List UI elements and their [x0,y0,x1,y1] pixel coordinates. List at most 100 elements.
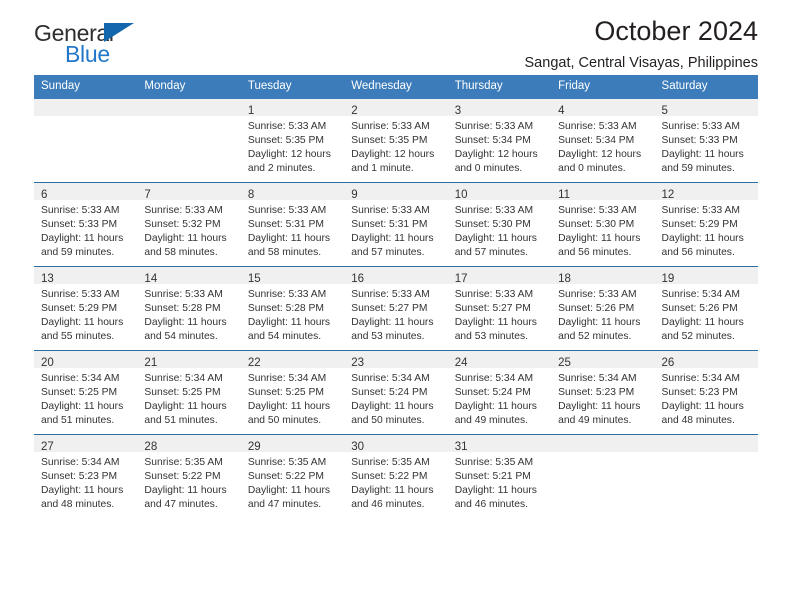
sunrise-time: Sunrise: 5:34 AM [41,456,120,468]
daylight-duration-line2: and 46 minutes. [454,499,528,511]
day-number-bar: 15 [240,266,345,285]
sunset-time: Sunset: 5:30 PM [558,218,635,230]
day-details: Sunrise: 5:35 AM Sunset: 5:22 PM Daylight:… [344,452,447,513]
day-details: Sunrise: 5:33 AM Sunset: 5:28 PM Daylight:… [137,284,240,345]
daylight-duration-line1: Daylight: 11 hours [144,233,227,245]
daylight-duration-line1: Daylight: 11 hours [247,233,331,245]
calendar-cell: 15 Sunrise: 5:33 AM Sunset: 5:28 PM Dayligh… [240,265,345,351]
logo-text-blue: Blue [65,41,110,67]
day-cell-3[interactable]: 3 Sunrise: 5:33 AM Sunset: 5:34 PM Daylight… [447,98,552,182]
daylight-duration-line1: Daylight: 11 hours [661,317,744,329]
daylight-duration-line1: Daylight: 11 hours [558,401,641,413]
day-cell-13[interactable]: 13 Sunrise: 5:33 AM Sunset: 5:29 PM Dayligh… [34,266,138,350]
sunset-time: Sunset: 5:26 PM [558,302,635,314]
day-cell-19[interactable]: 19 Sunrise: 5:34 AM Sunset: 5:26 PM Dayligh… [654,266,758,350]
day-number-bar: 2 [344,98,448,117]
daylight-duration-line1: Daylight: 11 hours [247,485,331,497]
day-number: 31 [454,440,468,453]
sunset-time: Sunset: 5:35 PM [351,134,428,146]
daylight-duration-line1: Daylight: 11 hours [661,233,744,245]
day-cell-12[interactable]: 12 Sunrise: 5:33 AM Sunset: 5:29 PM Dayligh… [654,182,758,266]
day-number-bar: 4 [551,98,655,117]
day-details: Sunrise: 5:33 AM Sunset: 5:35 PM Daylight:… [241,116,344,177]
day-cell-30[interactable]: 30 Sunrise: 5:35 AM Sunset: 5:22 PM Dayligh… [344,434,448,518]
day-number-bar: 31 [447,434,552,453]
calendar-cell [34,98,138,183]
day-cell-17[interactable]: 17 Sunrise: 5:33 AM Sunset: 5:27 PM Dayligh… [447,266,552,350]
day-cell-11[interactable]: 11 Sunrise: 5:33 AM Sunset: 5:30 PM Dayligh… [551,182,655,266]
sunrise-time: Sunrise: 5:33 AM [247,288,327,300]
day-number: 14 [144,272,158,285]
day-number-bar: 8 [240,182,345,201]
calendar-cell: 2 Sunrise: 5:33 AM Sunset: 5:35 PM Daylight… [344,98,448,183]
sunset-time: Sunset: 5:29 PM [661,218,738,230]
daylight-duration-line1: Daylight: 11 hours [41,485,124,497]
calendar-body: 1 Sunrise: 5:33 AM Sunset: 5:35 PM Daylight… [34,98,758,518]
day-cell-2[interactable]: 2 Sunrise: 5:33 AM Sunset: 5:35 PM Daylight… [344,98,448,182]
title-block: October 2024 Sangat, Central Visayas, Ph… [525,16,758,72]
day-details: Sunrise: 5:33 AM Sunset: 5:27 PM Daylight:… [448,284,551,345]
day-cell-7[interactable]: 7 Sunrise: 5:33 AM Sunset: 5:32 PM Daylight… [137,182,241,266]
day-cell-21[interactable]: 21 Sunrise: 5:34 AM Sunset: 5:25 PM Dayligh… [137,350,241,434]
day-cell-10[interactable]: 10 Sunrise: 5:33 AM Sunset: 5:30 PM Dayligh… [447,182,552,266]
day-number: 29 [247,440,261,453]
sunrise-time: Sunrise: 5:35 AM [144,456,223,468]
sunset-time: Sunset: 5:25 PM [247,386,324,398]
sunset-time: Sunset: 5:23 PM [41,470,118,482]
day-cell-8[interactable]: 8 Sunrise: 5:33 AM Sunset: 5:31 PM Daylight… [240,182,345,266]
day-details: Sunrise: 5:34 AM Sunset: 5:24 PM Daylight:… [344,368,447,429]
sunrise-time: Sunrise: 5:33 AM [558,288,637,300]
day-number-bar: 18 [551,266,655,285]
day-details: Sunrise: 5:34 AM Sunset: 5:25 PM Daylight:… [34,368,137,429]
day-of-week-header-row: Sunday Monday Tuesday Wednesday Thursday Frid… [34,75,758,99]
sunrise-time: Sunrise: 5:34 AM [351,372,430,384]
daylight-duration-line2: and 47 minutes. [144,499,218,511]
sunrise-time: Sunrise: 5:33 AM [144,288,223,300]
calendar-cell: 31 Sunrise: 5:35 AM Sunset: 5:21 PM Dayligh… [447,433,552,518]
sunset-time: Sunset: 5:23 PM [661,386,738,398]
calendar-cell: 13 Sunrise: 5:33 AM Sunset: 5:29 PM Dayligh… [34,265,138,351]
sunset-time: Sunset: 5:30 PM [454,218,531,230]
sunset-time: Sunset: 5:26 PM [661,302,738,314]
daylight-duration-line1: Daylight: 11 hours [558,317,641,329]
day-cell-26[interactable]: 26 Sunrise: 5:34 AM Sunset: 5:23 PM Dayligh… [654,350,758,434]
day-cell-28[interactable]: 28 Sunrise: 5:35 AM Sunset: 5:22 PM Dayligh… [137,434,241,518]
day-cell-25[interactable]: 25 Sunrise: 5:34 AM Sunset: 5:23 PM Dayligh… [551,350,655,434]
sunset-time: Sunset: 5:35 PM [247,134,324,146]
general-blue-logo[interactable]: General Blue [34,22,214,70]
day-cell-9[interactable]: 9 Sunrise: 5:33 AM Sunset: 5:31 PM Daylight… [344,182,448,266]
day-cell-27[interactable]: 27 Sunrise: 5:34 AM Sunset: 5:23 PM Dayligh… [34,434,138,518]
day-cell-14[interactable]: 14 Sunrise: 5:33 AM Sunset: 5:28 PM Dayligh… [137,266,241,350]
day-details: Sunrise: 5:33 AM Sunset: 5:30 PM Daylight:… [551,200,654,261]
day-number-bar: 5 [654,98,758,117]
day-cell-18[interactable]: 18 Sunrise: 5:33 AM Sunset: 5:26 PM Dayligh… [551,266,655,350]
sunrise-time: Sunrise: 5:33 AM [351,120,430,132]
sunrise-time: Sunrise: 5:33 AM [351,204,430,216]
day-cell-6[interactable]: 6 Sunrise: 5:33 AM Sunset: 5:33 PM Daylight… [34,182,138,266]
day-cell-15[interactable]: 15 Sunrise: 5:33 AM Sunset: 5:28 PM Dayligh… [240,266,345,350]
day-cell-16[interactable]: 16 Sunrise: 5:33 AM Sunset: 5:27 PM Dayligh… [344,266,448,350]
sunset-time: Sunset: 5:28 PM [247,302,324,314]
day-cell-22[interactable]: 22 Sunrise: 5:34 AM Sunset: 5:25 PM Dayligh… [240,350,345,434]
day-details: Sunrise: 5:33 AM Sunset: 5:26 PM Daylight:… [551,284,654,345]
day-cell-4[interactable]: 4 Sunrise: 5:33 AM Sunset: 5:34 PM Daylight… [551,98,655,182]
day-number-bar: 1 [240,98,345,117]
day-header-tuesday: Tuesday [240,75,345,99]
day-cell-23[interactable]: 23 Sunrise: 5:34 AM Sunset: 5:24 PM Dayligh… [344,350,448,434]
day-cell-5[interactable]: 5 Sunrise: 5:33 AM Sunset: 5:33 PM Daylight… [654,98,758,182]
sunrise-time: Sunrise: 5:35 AM [351,456,430,468]
day-cell-29[interactable]: 29 Sunrise: 5:35 AM Sunset: 5:22 PM Dayligh… [240,434,345,518]
calendar-cell: 16 Sunrise: 5:33 AM Sunset: 5:27 PM Dayligh… [344,265,448,351]
sunrise-time: Sunrise: 5:34 AM [144,372,223,384]
day-details: Sunrise: 5:34 AM Sunset: 5:23 PM Daylight:… [655,368,758,429]
day-cell-31[interactable]: 31 Sunrise: 5:35 AM Sunset: 5:21 PM Dayligh… [447,434,552,518]
day-cell-20[interactable]: 20 Sunrise: 5:34 AM Sunset: 5:25 PM Dayligh… [34,350,138,434]
day-number: 28 [144,440,158,453]
page-subtitle: Sangat, Central Visayas, Philippines [524,55,758,72]
day-cell-1[interactable]: 1 Sunrise: 5:33 AM Sunset: 5:35 PM Daylight… [240,98,345,182]
daylight-duration-line2: and 58 minutes. [144,247,218,259]
day-header-thursday: Thursday [447,75,552,99]
day-cell-24[interactable]: 24 Sunrise: 5:34 AM Sunset: 5:24 PM Dayligh… [447,350,552,434]
day-number: 18 [558,272,571,285]
daylight-duration-line1: Daylight: 11 hours [247,401,331,413]
